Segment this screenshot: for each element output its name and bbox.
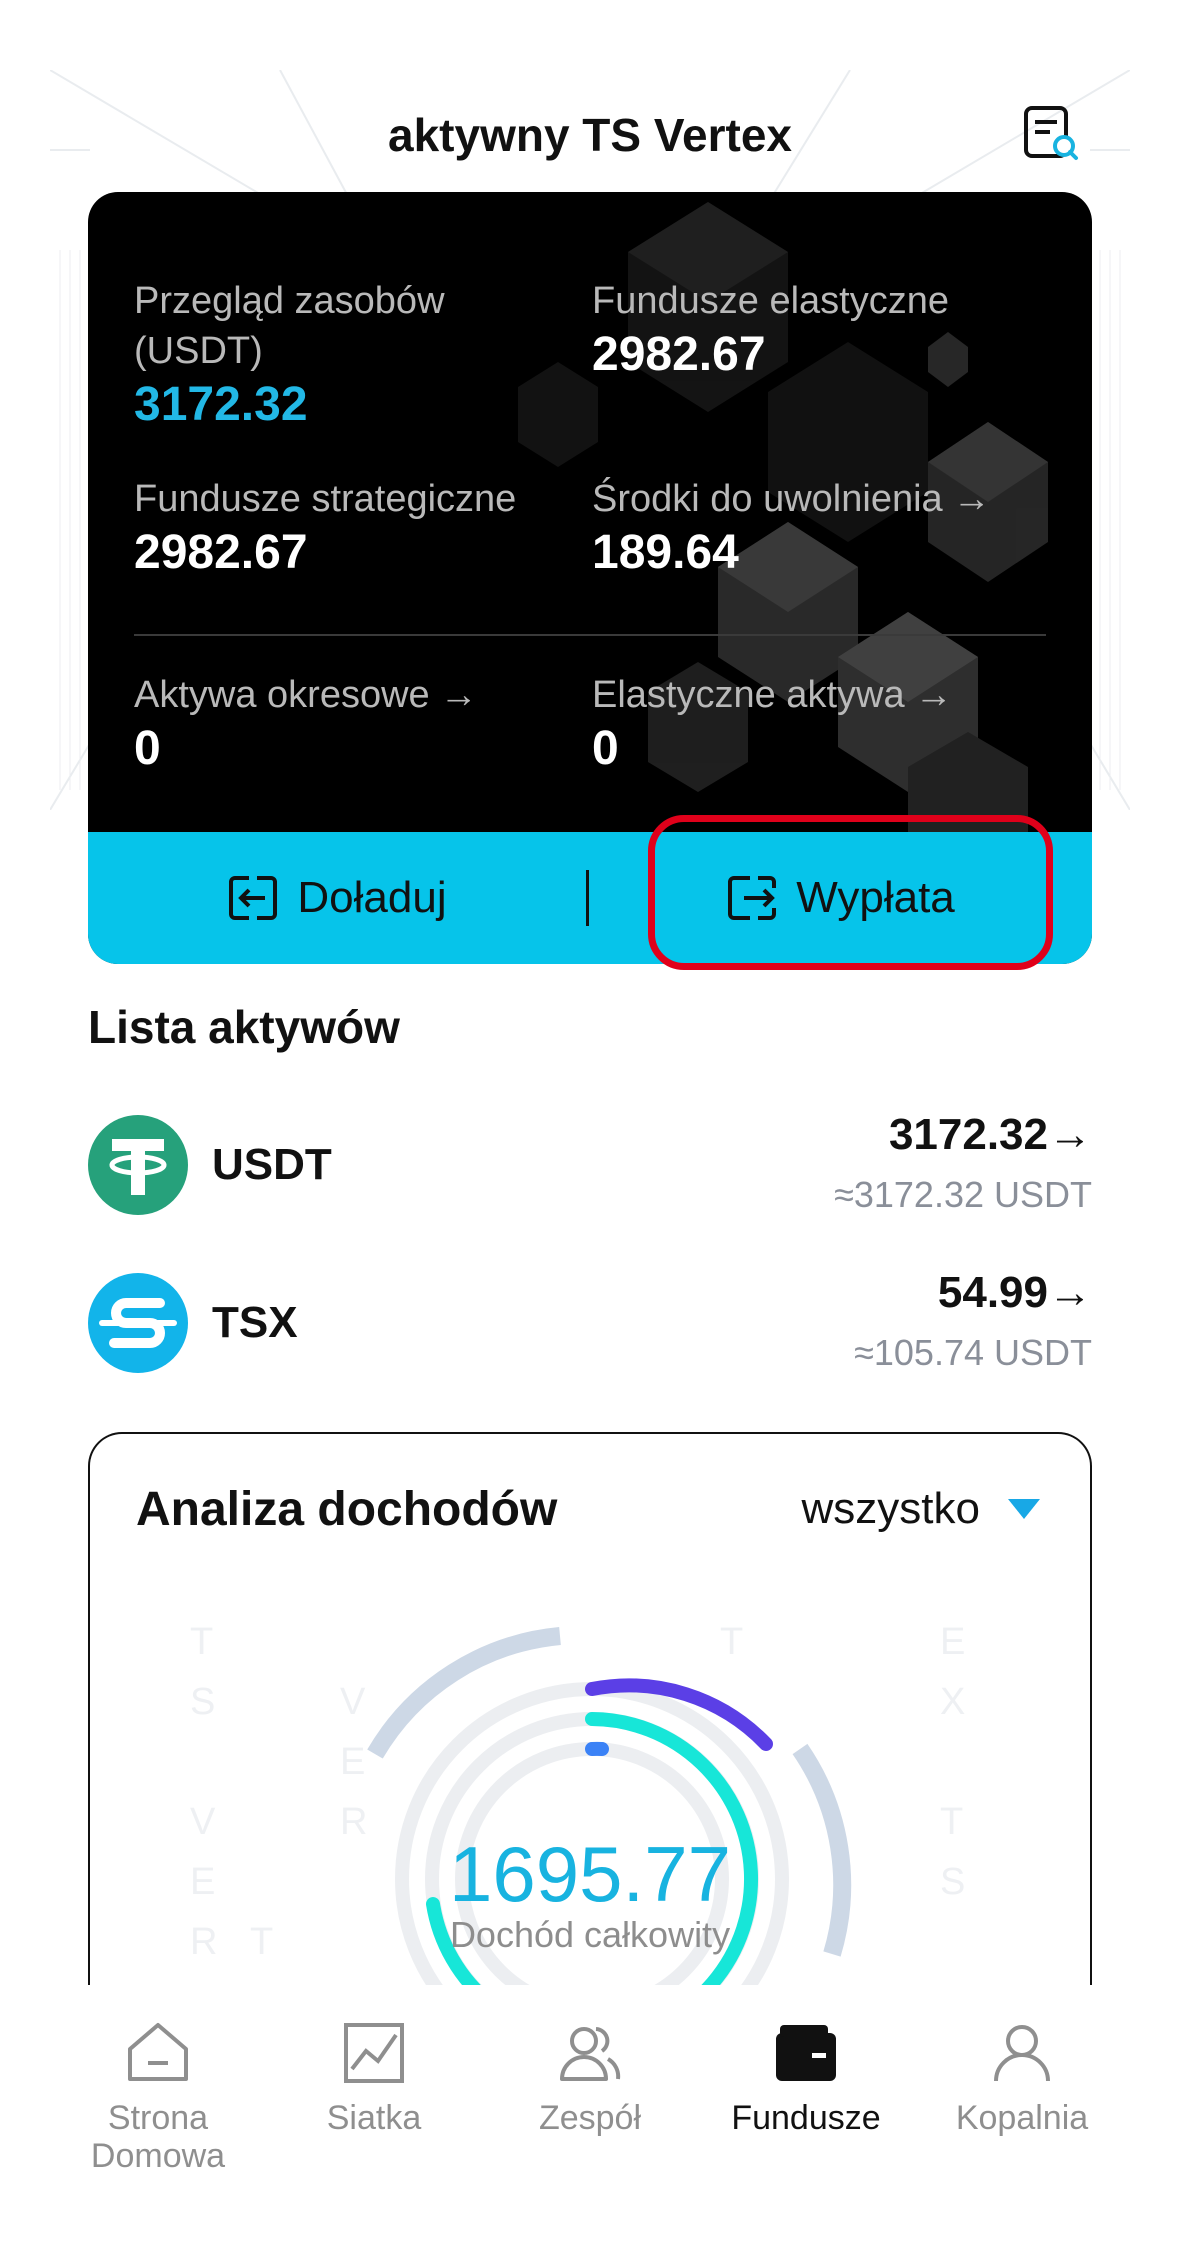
svg-text:E: E [940,1621,965,1663]
flexible-funds-label: Fundusze elastyczne [592,280,949,322]
coin-badge [88,1273,188,1373]
top-header: aktywny TS Vertex [0,90,1180,180]
releasable-funds-label-row: Środki do uwolnienia → [592,474,991,524]
total-assets-label: Przegląd zasobów (USDT) [134,280,445,372]
miner-icon [994,2025,1050,2082]
period-filter-value: wszystko [801,1484,980,1533]
nav-label: Strona Domowa [90,2099,226,2175]
strategic-funds-stat: Fundusze strategiczne 2982.67 [134,474,516,582]
income-analysis-card: TSV ERT VER EXTS T Analiza dochodów wszy… [88,1432,1092,2032]
tsx-coin-icon [88,1273,188,1373]
asset-name: USDT [212,1140,332,1189]
team-icon [560,2027,621,2081]
total-assets-stat: Przegląd zasobów (USDT) 3172.32 [134,276,554,434]
asset-amount: 3172.32→ [888,1110,1092,1159]
document-search-icon [1024,106,1078,160]
arrow-right-icon: → [952,478,991,520]
income-analysis-title: Analiza dochodów [136,1483,558,1536]
records-button[interactable] [1020,102,1082,164]
asset-approx-value: ≈105.74 USDT [854,1332,1092,1373]
svg-text:V: V [340,1681,366,1723]
flexible-assets-stat[interactable]: Elastyczne aktywa → 0 [592,670,953,778]
nav-label: Zespół [538,2099,642,2137]
flexible-funds-stat: Fundusze elastyczne 2982.67 [592,276,949,384]
arrow-right-icon: → [439,674,478,716]
strategic-funds-label: Fundusze strategiczne [134,478,517,520]
deposit-button[interactable]: Doładuj [88,832,586,964]
wallet-icon [776,2025,836,2081]
chart-grid-icon [344,2023,404,2083]
asset-amount: 54.99→ [937,1268,1092,1317]
coin-badge [88,1115,188,1215]
svg-text:E: E [340,1741,365,1783]
releasable-funds-value: 189.64 [592,526,739,579]
strategic-funds-value: 2982.67 [134,526,308,579]
card-divider [134,634,1046,636]
withdraw-highlight [648,815,1053,970]
period-filter-dropdown[interactable]: wszystko [802,1484,1040,1534]
releasable-funds-label: Środki do uwolnienia [592,478,943,520]
nav-item-grid[interactable]: Siatka [266,2015,482,2137]
nav-label: Siatka [326,2099,422,2137]
nav-item-mining[interactable]: Kopalnia [914,2015,1130,2137]
periodic-assets-stat[interactable]: Aktywa okresowe → 0 [134,670,478,778]
svg-text:T: T [720,1621,743,1663]
asset-name: TSX [212,1298,298,1347]
deposit-label: Doładuj [297,873,447,922]
nav-item-funds[interactable]: Fundusze [698,2015,914,2137]
asset-row-usdt[interactable]: USDT 3172.32→ ≈3172.32 USDT [88,1110,1092,1220]
bottom-navigation: Strona Domowa Siatka Zespół Fundusze Kop… [0,1985,1180,2260]
flexible-assets-value: 0 [592,722,619,775]
total-assets-value: 3172.32 [134,378,308,431]
nav-label: Fundusze [731,2099,881,2137]
nav-label: Kopalnia [955,2099,1089,2137]
nav-item-home[interactable]: Strona Domowa [50,2015,266,2175]
flexible-assets-label: Elastyczne aktywa [592,674,905,716]
flexible-assets-label-row: Elastyczne aktywa → [592,670,953,720]
nav-item-team[interactable]: Zespół [482,2015,698,2137]
total-income-value: 1695.77 [449,1830,731,1918]
svg-text:X: X [940,1681,965,1723]
flexible-funds-value: 2982.67 [592,328,766,381]
svg-text:T: T [190,1621,213,1663]
asset-approx-value: ≈3172.32 USDT [834,1174,1092,1215]
asset-list-title: Lista aktywów [88,1001,400,1053]
caret-down-icon [1008,1499,1040,1519]
asset-row-tsx[interactable]: TSX 54.99→ ≈105.74 USDT [88,1268,1092,1378]
page-title: aktywny TS Vertex [388,109,792,161]
arrow-right-icon: → [914,674,953,716]
periodic-assets-label: Aktywa okresowe [134,674,430,716]
tether-icon [88,1115,188,1215]
periodic-assets-value: 0 [134,722,161,775]
total-income-caption: Dochód całkowity [449,1914,731,1955]
home-icon [128,2023,188,2081]
releasable-funds-stat[interactable]: Środki do uwolnienia → 189.64 [592,474,991,582]
deposit-icon [229,876,278,920]
periodic-assets-label-row: Aktywa okresowe → [134,670,478,720]
svg-text:S: S [190,1681,215,1723]
